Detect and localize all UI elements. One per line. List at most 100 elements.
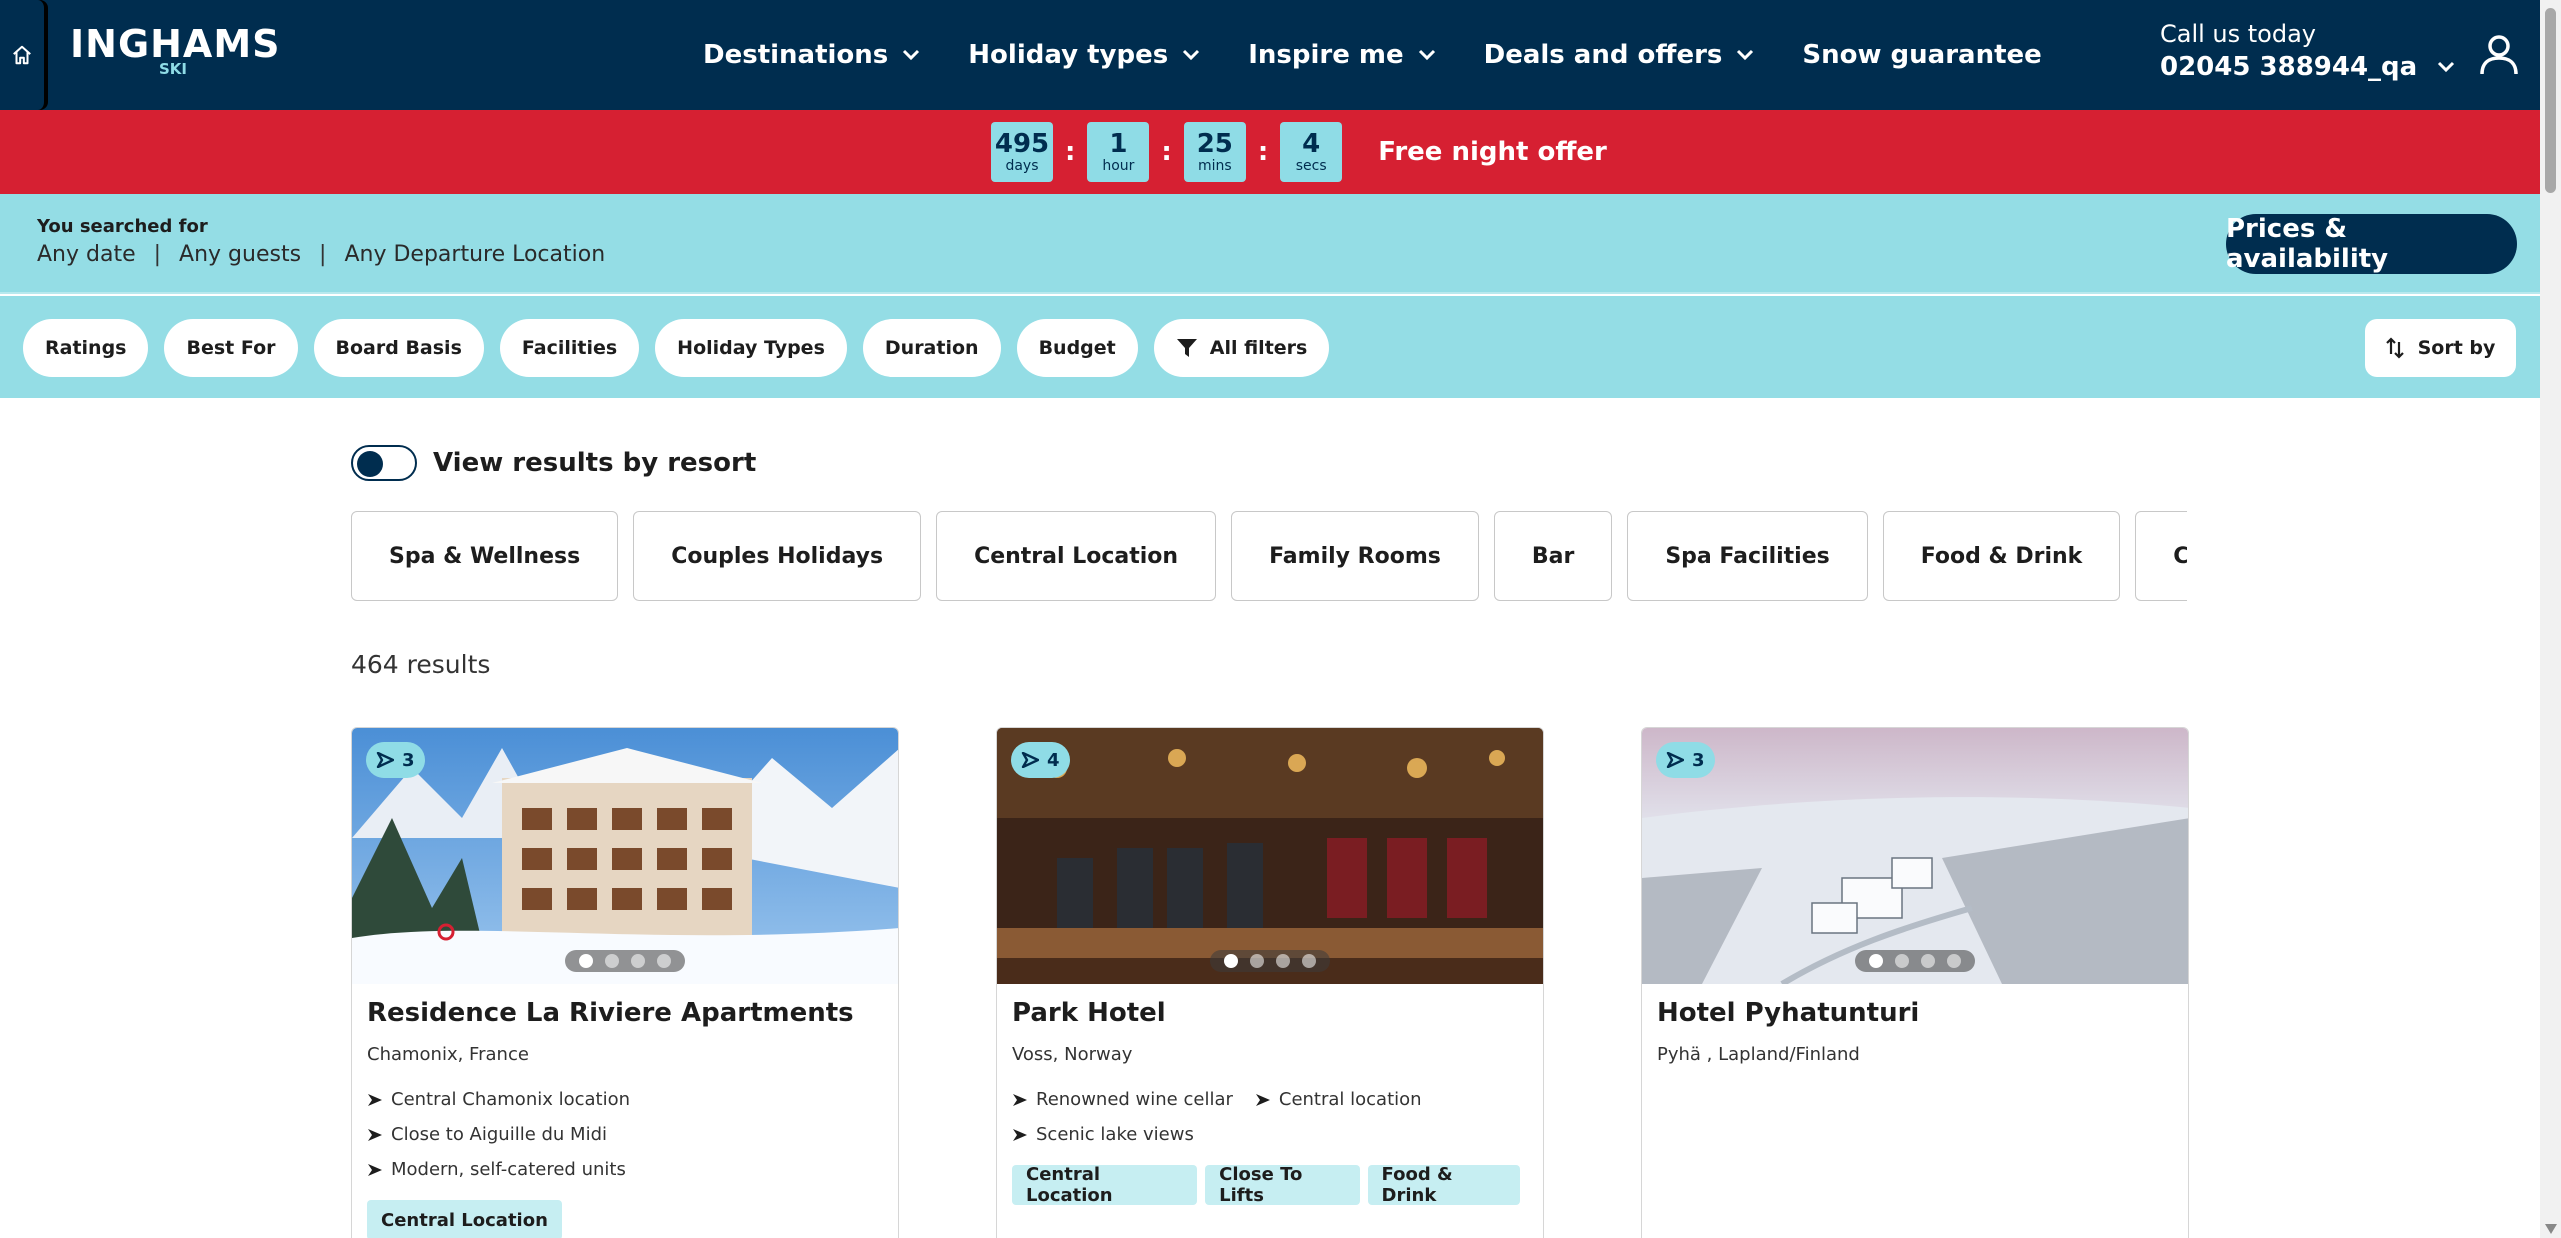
feature-text: Central location — [1278, 1089, 1422, 1110]
hotel-card-body: Park Hotel Voss, Norway Renowned wine ce… — [997, 984, 1543, 1219]
feature-item: Renowned wine cellar — [1012, 1089, 1233, 1110]
chevron-down-icon — [1418, 49, 1435, 61]
site-header: INGHAMS SKI Destinations Holiday types I… — [0, 0, 2540, 110]
scroll-down-arrow-icon[interactable] — [2545, 1224, 2557, 1234]
hotel-location: Pyhä , Lapland/Finland — [1657, 1044, 1860, 1065]
chip-bar[interactable]: Bar — [1493, 511, 1613, 601]
countdown-secs: 4 secs — [1280, 122, 1343, 182]
feature-item: Scenic lake views — [1012, 1124, 1194, 1145]
carousel-dot[interactable] — [1224, 954, 1238, 968]
carousel-dot[interactable] — [1869, 954, 1883, 968]
carousel-dots[interactable] — [565, 950, 685, 972]
rating-value: 3 — [402, 749, 415, 771]
nav-destinations[interactable]: Destinations — [703, 40, 920, 70]
carousel-dots[interactable] — [1210, 950, 1330, 972]
results-count: 464 results — [351, 650, 491, 679]
carousel-dot[interactable] — [1895, 954, 1909, 968]
hotel-name[interactable]: Park Hotel — [1012, 998, 1528, 1028]
main-nav: Destinations Holiday types Inspire me De… — [703, 0, 2090, 110]
arrow-bullet-icon — [368, 1093, 382, 1106]
carousel-dot[interactable] — [605, 954, 619, 968]
filter-pills: Ratings Best For Board Basis Facilities … — [23, 319, 1345, 377]
feature-text: Central Chamonix location — [391, 1089, 631, 1110]
site-logo[interactable]: INGHAMS SKI — [70, 24, 281, 78]
account-button[interactable] — [2476, 32, 2522, 78]
offer-text[interactable]: Free night offer — [1378, 137, 1607, 167]
phone-number[interactable]: 02045 388944_qa — [2160, 52, 2455, 82]
carousel-dot[interactable] — [657, 954, 671, 968]
arrow-rating-icon — [376, 752, 394, 768]
carousel-dot[interactable] — [1921, 954, 1935, 968]
separator: | — [319, 242, 327, 267]
chip-family-rooms[interactable]: Family Rooms — [1231, 511, 1479, 601]
search-date: Any date — [37, 242, 136, 267]
filter-budget[interactable]: Budget — [1016, 319, 1138, 377]
carousel-dot[interactable] — [1276, 954, 1290, 968]
hotel-features: Renowned wine cellar Central location Sc… — [1012, 1089, 1528, 1159]
chip-close-to-lifts[interactable]: Close to Lifts — [2135, 511, 2187, 601]
view-by-resort-toggle-row: View results by resort — [351, 445, 756, 481]
nav-inspire-me[interactable]: Inspire me — [1248, 40, 1435, 70]
countdown-separator: : — [1161, 137, 1172, 167]
scrollbar-thumb[interactable] — [2545, 8, 2556, 193]
chevron-down-icon — [903, 49, 920, 61]
countdown-mins: 25 mins — [1183, 122, 1246, 182]
chip-spa-facilities[interactable]: Spa Facilities — [1627, 511, 1868, 601]
carousel-dot[interactable] — [1947, 954, 1961, 968]
nav-holiday-types[interactable]: Holiday types — [968, 40, 1200, 70]
filter-board-basis[interactable]: Board Basis — [313, 319, 484, 377]
hotel-card[interactable]: 4 Park Hotel Voss, Norway Renowned wine … — [996, 727, 1544, 1238]
search-summary-label: You searched for — [37, 216, 208, 237]
hotel-name[interactable]: Hotel Pyhatunturi — [1657, 998, 2173, 1028]
nav-label: Snow guarantee — [1802, 40, 2042, 70]
carousel-dot[interactable] — [631, 954, 645, 968]
hotel-card[interactable]: 3 Hotel Pyhatunturi Pyhä , Lapland/Finla… — [1641, 727, 2189, 1238]
filter-holiday-types[interactable]: Holiday Types — [655, 319, 847, 377]
carousel-dot[interactable] — [579, 954, 593, 968]
filter-facilities[interactable]: Facilities — [499, 319, 640, 377]
chip-food-drink[interactable]: Food & Drink — [1882, 511, 2121, 601]
hotel-card-body: Residence La Riviere Apartments Chamonix… — [352, 984, 898, 1238]
view-by-resort-label: View results by resort — [433, 448, 757, 478]
hotel-tags: Central Location — [367, 1200, 883, 1238]
search-summary-values[interactable]: Any date | Any guests | Any Departure Lo… — [37, 242, 605, 267]
page-scrollbar[interactable] — [2540, 0, 2561, 1238]
chip-central-location[interactable]: Central Location — [936, 511, 1217, 601]
chip-couples-holidays[interactable]: Couples Holidays — [633, 511, 922, 601]
countdown-unit: mins — [1197, 158, 1232, 174]
countdown-value: 4 — [1302, 129, 1321, 159]
chip-spa-wellness[interactable]: Spa & Wellness — [351, 511, 619, 601]
nav-deals-and-offers[interactable]: Deals and offers — [1484, 40, 1755, 70]
countdown-hours: 1 hour — [1087, 122, 1150, 182]
prices-availability-button[interactable]: Prices & availability — [2226, 214, 2517, 274]
filter-bar: Ratings Best For Board Basis Facilities … — [0, 296, 2540, 398]
hotel-tag: Food & Drink — [1367, 1164, 1520, 1206]
filter-ratings[interactable]: Ratings — [23, 319, 149, 377]
all-filters-button[interactable]: All filters — [1153, 319, 1330, 377]
carousel-dot[interactable] — [1302, 954, 1316, 968]
hotel-image[interactable]: 3 — [352, 728, 898, 984]
carousel-dot[interactable] — [1250, 954, 1264, 968]
hotel-name[interactable]: Residence La Riviere Apartments — [367, 998, 883, 1028]
view-by-resort-toggle[interactable] — [351, 445, 417, 481]
hotel-card[interactable]: 3 Residence La Riviere Apartments Chamon… — [351, 727, 899, 1238]
carousel-dots[interactable] — [1855, 950, 1975, 972]
rating-value: 3 — [1692, 749, 1705, 771]
filter-duration[interactable]: Duration — [862, 319, 1001, 377]
chevron-down-icon — [1737, 49, 1754, 61]
hotel-photo — [1642, 728, 2188, 984]
feature-item: Central location — [1255, 1089, 1422, 1110]
countdown-unit: days — [1005, 158, 1039, 174]
call-us[interactable]: Call us today 02045 388944_qa — [2160, 20, 2455, 82]
hotel-location: Voss, Norway — [1012, 1044, 1133, 1065]
sort-by-button[interactable]: Sort by — [2365, 319, 2516, 377]
hotel-image[interactable]: 3 — [1642, 728, 2188, 984]
filter-best-for[interactable]: Best For — [164, 319, 298, 377]
hotel-image[interactable]: 4 — [997, 728, 1543, 984]
phone-number-text: 02045 388944_qa — [2160, 52, 2418, 82]
nav-snow-guarantee[interactable]: Snow guarantee — [1802, 40, 2041, 70]
arrow-bullet-icon — [1013, 1093, 1027, 1106]
rating-badge: 3 — [1656, 742, 1715, 778]
home-button[interactable] — [0, 0, 46, 110]
feature-item: Close to Aiguille du Midi — [367, 1124, 607, 1145]
